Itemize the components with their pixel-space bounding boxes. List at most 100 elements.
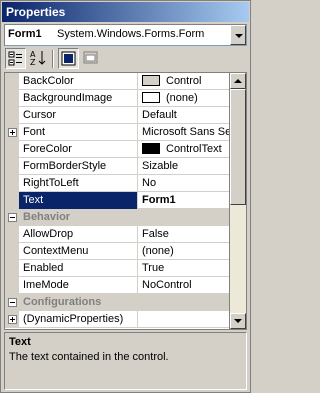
property-value[interactable]: Default [138, 107, 229, 124]
property-value[interactable] [138, 311, 229, 328]
property-value-text: NoControl [142, 279, 192, 291]
property-value[interactable]: Sizable [138, 158, 229, 175]
description-panel: Text The text contained in the control. [4, 332, 247, 390]
scroll-down-button[interactable] [230, 313, 246, 329]
color-swatch [142, 75, 160, 86]
property-row[interactable]: Font Microsoft Sans Seri [5, 124, 230, 141]
scroll-up-button[interactable] [230, 73, 246, 89]
property-row[interactable]: (DynamicProperties) [5, 311, 229, 328]
property-name: ContextMenu [19, 243, 138, 260]
description-text: The text contained in the control. [9, 351, 169, 363]
row-margin [5, 277, 19, 294]
row-margin [5, 90, 19, 107]
expand-icon[interactable] [8, 128, 17, 137]
row-margin [5, 107, 19, 124]
properties-icon [61, 51, 76, 66]
property-name: BackgroundImage [19, 90, 138, 107]
collapse-icon[interactable] [8, 213, 17, 222]
properties-button[interactable] [58, 48, 79, 69]
property-row[interactable]: RightToLeft No [5, 175, 229, 192]
category-row[interactable]: Behavior [5, 209, 229, 226]
categorized-button[interactable] [5, 48, 26, 69]
property-value-text: (none) [142, 245, 174, 257]
property-value-text: (none) [166, 92, 198, 104]
property-row[interactable]: Text Form1 [5, 192, 229, 209]
row-margin [5, 243, 19, 260]
property-value[interactable]: ControlText [138, 141, 229, 158]
color-swatch [142, 92, 160, 103]
property-value-text: Form1 [142, 194, 176, 206]
property-value-text: Microsoft Sans Seri [142, 126, 230, 138]
row-margin [5, 192, 19, 209]
category-row[interactable]: Configurations [5, 294, 229, 311]
property-row[interactable]: BackgroundImage (none) [5, 90, 229, 107]
property-name: Text [19, 192, 138, 209]
property-name: AllowDrop [19, 226, 138, 243]
property-value[interactable]: (none) [138, 243, 229, 260]
property-name: ForeColor [19, 141, 138, 158]
property-row[interactable]: ImeMode NoControl [5, 277, 229, 294]
vertical-scrollbar[interactable] [230, 72, 247, 330]
color-swatch [142, 143, 160, 154]
property-value[interactable]: (none) [138, 90, 229, 107]
property-row[interactable]: Cursor Default [5, 107, 229, 124]
property-value[interactable]: Microsoft Sans Seri [138, 124, 230, 141]
category-label: Behavior [19, 209, 229, 226]
alphabetical-icon: A Z [30, 50, 46, 67]
row-margin [5, 294, 19, 311]
row-margin [5, 226, 19, 243]
row-margin [5, 175, 19, 192]
object-selector-dropdown[interactable]: Form1 System.Windows.Forms.Form [4, 24, 247, 46]
category-label: Configurations [19, 294, 229, 311]
expand-icon[interactable] [8, 315, 17, 324]
property-name: Font [19, 124, 138, 141]
categorized-icon [8, 51, 22, 66]
toolbar-separator [52, 50, 54, 68]
toolbar: A Z [4, 48, 247, 70]
property-row[interactable]: Enabled True [5, 260, 229, 277]
row-margin [5, 124, 19, 141]
property-value[interactable]: False [138, 226, 229, 243]
property-name: Cursor [19, 107, 138, 124]
row-margin [5, 260, 19, 277]
object-name: Form1 [8, 28, 42, 40]
property-grid: BackColor Control BackgroundImage (none) Cur… [4, 72, 230, 330]
property-value[interactable]: Control [138, 73, 229, 90]
chevron-down-icon[interactable] [230, 25, 246, 45]
property-name: Enabled [19, 260, 138, 277]
row-margin [5, 158, 19, 175]
property-value-text: ControlText [166, 143, 222, 155]
scroll-thumb[interactable] [230, 89, 246, 205]
property-name: FormBorderStyle [19, 158, 138, 175]
property-name: RightToLeft [19, 175, 138, 192]
row-margin [5, 73, 19, 90]
property-value-text: Control [166, 75, 202, 87]
description-title: Text [9, 336, 31, 348]
property-value-text: Default [142, 109, 177, 121]
property-row[interactable]: FormBorderStyle Sizable [5, 158, 229, 175]
property-value-text: True [142, 262, 165, 274]
row-margin [5, 141, 19, 158]
svg-text:Z: Z [30, 58, 36, 67]
alphabetical-button[interactable]: A Z [28, 48, 49, 69]
properties-window: Properties Form1 System.Windows.Forms.Fo… [0, 0, 251, 393]
property-value[interactable]: Form1 [138, 192, 229, 209]
property-value-text: Sizable [142, 160, 179, 172]
property-value[interactable]: True [138, 260, 229, 277]
object-type: System.Windows.Forms.Form [57, 28, 205, 40]
collapse-icon[interactable] [8, 298, 17, 307]
property-value[interactable]: No [138, 175, 229, 192]
row-margin [5, 209, 19, 226]
property-row[interactable]: ContextMenu (none) [5, 243, 229, 260]
property-row[interactable]: AllowDrop False [5, 226, 229, 243]
property-name: (DynamicProperties) [19, 311, 138, 328]
property-value[interactable]: NoControl [138, 277, 229, 294]
property-value-text: False [142, 228, 169, 240]
property-name: BackColor [19, 73, 138, 90]
property-row[interactable]: BackColor Control [5, 73, 229, 90]
events-button[interactable] [81, 48, 102, 69]
window-title: Properties [2, 2, 249, 22]
row-margin [5, 311, 19, 328]
property-name: ImeMode [19, 277, 138, 294]
property-row[interactable]: ForeColor ControlText [5, 141, 229, 158]
